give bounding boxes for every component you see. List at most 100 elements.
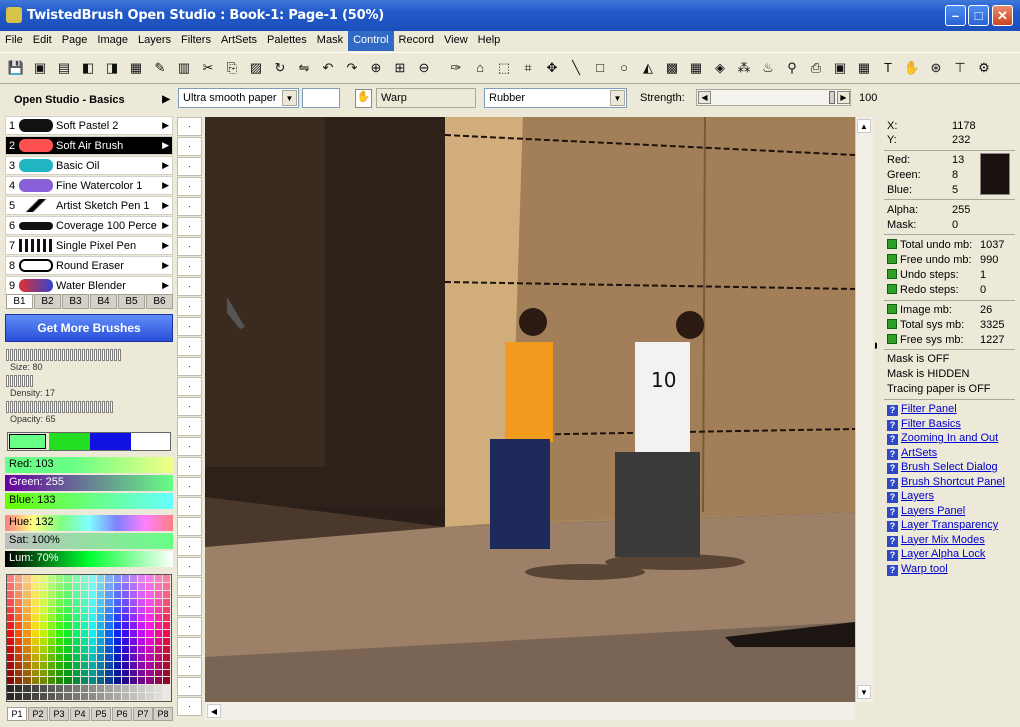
brush-item[interactable]: 2 Soft Air Brush ▶ [5, 136, 173, 155]
palette-cell[interactable] [23, 598, 31, 606]
palette-cell[interactable] [105, 606, 113, 614]
palette-cell[interactable] [31, 669, 39, 677]
palette-cell[interactable] [7, 677, 15, 685]
palette-cell[interactable] [146, 653, 154, 661]
menu-page[interactable]: Page [57, 31, 93, 51]
chevron-right-icon[interactable]: ▶ [837, 91, 850, 104]
settings-icon[interactable]: ⚙ [975, 59, 993, 77]
palette-cell[interactable] [97, 630, 105, 637]
palette-tab-p8[interactable]: P8 [153, 707, 173, 721]
palette-cell[interactable] [80, 693, 88, 700]
palette-cell[interactable] [130, 575, 138, 582]
palette-cell[interactable] [31, 685, 39, 693]
palette-cell[interactable] [138, 575, 146, 582]
green-slider[interactable]: Green: 255 [5, 475, 173, 491]
palette-cell[interactable] [89, 677, 97, 685]
shortcut-slot[interactable]: · [177, 357, 202, 376]
palette-cell[interactable] [130, 622, 138, 630]
palette-cell[interactable] [64, 685, 72, 693]
color-swatch-box[interactable] [302, 88, 340, 108]
cut-icon[interactable]: ✂ [199, 59, 217, 77]
opacity-slider[interactable] [6, 401, 114, 413]
help-link-label[interactable]: ArtSets [901, 447, 937, 459]
palette-cell[interactable] [130, 598, 138, 606]
brush-item[interactable]: 5 Artist Sketch Pen 1 ▶ [5, 196, 173, 215]
shortcut-slot[interactable]: · [177, 217, 202, 236]
palette-cell[interactable] [31, 590, 39, 598]
palette-cell[interactable] [80, 622, 88, 630]
palette-cell[interactable] [31, 575, 39, 582]
palette-cell[interactable] [64, 622, 72, 630]
palette-cell[interactable] [72, 669, 80, 677]
palette-cell[interactable] [23, 653, 31, 661]
save-as-icon[interactable]: ▣ [31, 59, 49, 77]
palette-cell[interactable] [138, 669, 146, 677]
palette-cell[interactable] [105, 685, 113, 693]
palette-cell[interactable] [23, 693, 31, 700]
shortcut-slot[interactable]: · [177, 477, 202, 496]
palette-cell[interactable] [39, 630, 47, 637]
texture-icon[interactable]: ◈ [711, 59, 729, 77]
shortcut-slot[interactable]: · [177, 377, 202, 396]
palette-cell[interactable] [121, 661, 129, 669]
palette-cell[interactable] [23, 669, 31, 677]
palette-cell[interactable] [105, 630, 113, 637]
palette-cell[interactable] [89, 614, 97, 622]
shortcut-slot[interactable]: · [177, 297, 202, 316]
palette-cell[interactable] [154, 606, 162, 614]
page-next-icon[interactable]: ◨ [103, 59, 121, 77]
palette-cell[interactable] [72, 685, 80, 693]
help-link-layers-panel[interactable]: ? Layers Panel [887, 505, 965, 518]
select-icon[interactable]: ⬚ [495, 59, 513, 77]
line-icon[interactable]: ╲ [567, 59, 585, 77]
palette-cell[interactable] [56, 630, 64, 637]
palette-cell[interactable] [105, 669, 113, 677]
palette-cell[interactable] [72, 645, 80, 653]
palette-cell[interactable] [146, 630, 154, 637]
palette-cell[interactable] [113, 622, 121, 630]
palette-cell[interactable] [7, 661, 15, 669]
shortcut-slot[interactable]: · [177, 537, 202, 556]
hue-slider[interactable]: Hue: 132 [5, 515, 173, 531]
palette-cell[interactable] [72, 693, 80, 700]
blend-icon[interactable]: ⚲ [783, 59, 801, 77]
palette-cell[interactable] [56, 582, 64, 590]
palette-cell[interactable] [23, 622, 31, 630]
palette-cell[interactable] [113, 645, 121, 653]
help-link-zooming-in-and-out[interactable]: ? Zooming In and Out [887, 432, 998, 445]
palette-cell[interactable] [121, 653, 129, 661]
palette-cell[interactable] [80, 630, 88, 637]
minimize-button[interactable]: – [945, 5, 966, 26]
stamp-icon[interactable]: ⎙ [807, 59, 825, 77]
shortcut-slot[interactable]: · [177, 237, 202, 256]
palette-cell[interactable] [154, 685, 162, 693]
palette-cell[interactable] [64, 661, 72, 669]
brush-tab-b5[interactable]: B5 [118, 294, 145, 309]
palette-cell[interactable] [154, 661, 162, 669]
palette-cell[interactable] [113, 590, 121, 598]
palette-cell[interactable] [15, 661, 23, 669]
palette-cell[interactable] [23, 606, 31, 614]
palette-cell[interactable] [97, 693, 105, 700]
palette-cell[interactable] [80, 645, 88, 653]
page-add-icon[interactable]: ▦ [127, 59, 145, 77]
palette-cell[interactable] [121, 638, 129, 645]
palette-cell[interactable] [105, 677, 113, 685]
palette-cell[interactable] [39, 661, 47, 669]
ruler-icon[interactable]: ⊤ [951, 59, 969, 77]
brush-icon[interactable]: ✎ [151, 59, 169, 77]
palette-cell[interactable] [162, 590, 170, 598]
chevron-down-icon[interactable]: ▼ [857, 685, 871, 699]
palette-cell[interactable] [56, 661, 64, 669]
palette-cell[interactable] [72, 638, 80, 645]
help-link-brush-shortcut-panel[interactable]: ? Brush Shortcut Panel [887, 476, 1005, 489]
palette-cell[interactable] [130, 645, 138, 653]
palette-cell[interactable] [105, 582, 113, 590]
brush-item[interactable]: 3 Basic Oil ▶ [5, 156, 173, 175]
palette-cell[interactable] [31, 677, 39, 685]
red-slider[interactable]: Red: 103 [5, 457, 173, 473]
palette-cell[interactable] [48, 630, 56, 637]
chevron-left-icon[interactable]: ◀ [207, 704, 221, 718]
palette-cell[interactable] [146, 677, 154, 685]
brush-tab-b6[interactable]: B6 [146, 294, 173, 309]
